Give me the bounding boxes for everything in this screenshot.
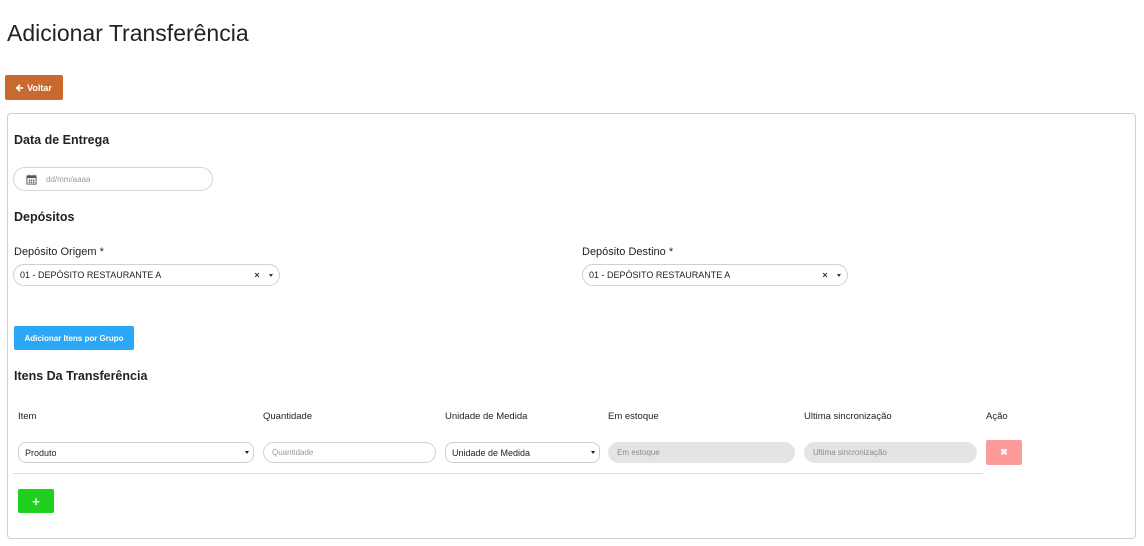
delivery-date-title: Data de Entrega <box>14 133 110 147</box>
column-header-item: Item <box>18 411 37 422</box>
add-item-button[interactable]: + <box>18 489 54 513</box>
back-button[interactable]: Voltar <box>5 75 63 100</box>
destination-deposit-select[interactable]: 01 - DEPÓSITO RESTAURANTE A × <box>582 264 848 286</box>
destination-deposit-value: 01 - DEPÓSITO RESTAURANTE A <box>589 270 731 280</box>
quantity-input[interactable]: Quantidade <box>263 442 436 463</box>
destination-clear-icon[interactable]: × <box>819 270 831 280</box>
unit-select[interactable]: Unidade de Medida <box>445 442 600 463</box>
column-header-action: Ação <box>986 411 1008 422</box>
unit-select-value: Unidade de Medida <box>452 447 531 458</box>
origin-deposit-label: Depósito Origem * <box>14 246 104 258</box>
chevron-down-icon[interactable] <box>241 451 253 454</box>
plus-icon: + <box>32 493 40 509</box>
remove-row-button[interactable]: ✖ <box>986 440 1022 465</box>
arrow-left-icon <box>16 83 24 92</box>
origin-deposit-select[interactable]: 01 - DEPÓSITO RESTAURANTE A × <box>13 264 280 286</box>
calendar-icon <box>26 173 37 185</box>
date-placeholder: dd/mm/aaaa <box>46 174 91 184</box>
origin-deposit-value: 01 - DEPÓSITO RESTAURANTE A <box>20 270 162 280</box>
column-header-unit: Unidade de Medida <box>445 411 528 422</box>
stock-field: Em estoque <box>608 442 795 463</box>
origin-clear-icon[interactable]: × <box>251 270 263 280</box>
column-header-stock: Em estoque <box>608 411 659 422</box>
back-button-label: Voltar <box>27 82 52 93</box>
delivery-date-input[interactable]: dd/mm/aaaa <box>13 167 213 191</box>
add-items-by-group-button[interactable]: Adicionar Itens por Grupo <box>14 326 134 350</box>
chevron-down-icon[interactable] <box>587 451 599 454</box>
last-sync-field: Ultima sincronização <box>804 442 977 463</box>
row-divider <box>13 473 983 474</box>
item-select-value: Produto <box>25 447 57 458</box>
column-header-quantity: Quantidade <box>263 411 313 422</box>
destination-deposit-label: Depósito Destino * <box>582 246 674 258</box>
column-header-last-sync: Ultima sincronização <box>804 411 892 422</box>
deposits-title: Depósitos <box>14 210 75 224</box>
chevron-down-icon[interactable] <box>831 273 847 277</box>
transfer-items-title: Itens Da Transferência <box>14 369 148 383</box>
item-select[interactable]: Produto <box>18 442 254 463</box>
chevron-down-icon[interactable] <box>263 273 279 277</box>
close-icon: ✖ <box>1000 447 1008 457</box>
page-title: Adicionar Transferência <box>7 20 249 46</box>
